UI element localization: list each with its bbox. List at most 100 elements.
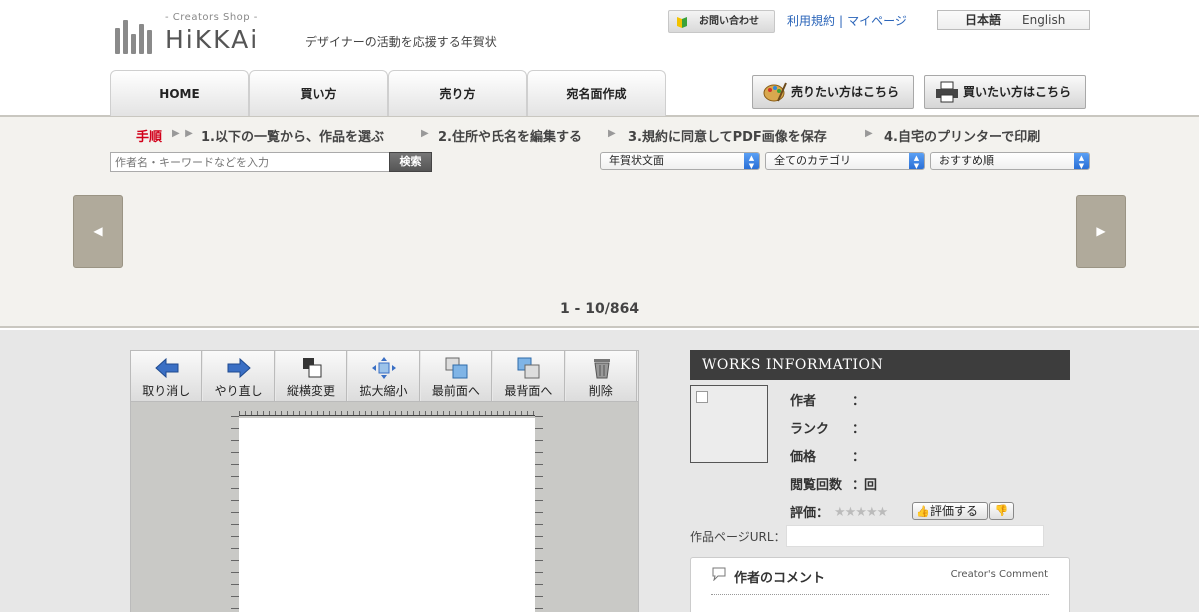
author-colon: ： bbox=[852, 394, 866, 409]
select-caret-icon: ▲ ▼ bbox=[744, 153, 759, 170]
select-caret-icon: ▲ ▼ bbox=[1074, 153, 1089, 170]
site-tagline: デザイナーの活動を応援する年賀状 bbox=[305, 35, 497, 49]
lang-english[interactable]: English bbox=[1022, 11, 1065, 29]
vertical-ruler-right bbox=[535, 416, 543, 612]
nav-tab-home[interactable]: HOME bbox=[110, 70, 249, 116]
steps-band: 手順 ▶ ▶ 1.以下の一覧から、作品を選ぶ ▶ 2.住所や氏名を編集する ▶ … bbox=[0, 117, 1199, 328]
thumbs-up-icon: 👍 bbox=[916, 505, 930, 518]
arrow-left-icon bbox=[155, 357, 179, 379]
author-label: 作者 bbox=[790, 394, 817, 409]
language-switcher: 日本語 English bbox=[937, 10, 1090, 30]
price-label: 価格 bbox=[790, 450, 817, 465]
step-2: 2.住所や氏名を編集する bbox=[438, 130, 582, 145]
buy-label: 買いたい方はこちら bbox=[963, 85, 1072, 99]
views-value: 回 bbox=[864, 478, 878, 493]
arrow-right-icon bbox=[227, 357, 252, 379]
redo-label: やり直し bbox=[214, 384, 263, 398]
delete-button[interactable]: 削除 bbox=[565, 351, 637, 401]
comment-title: 作者のコメント bbox=[734, 571, 826, 586]
search-input[interactable] bbox=[110, 152, 390, 172]
step-3: 3.規約に同意してPDF画像を保存 bbox=[628, 130, 827, 145]
work-thumbnail bbox=[690, 385, 768, 463]
contact-label: お問い合わせ bbox=[699, 16, 759, 27]
broken-image-icon bbox=[696, 391, 708, 403]
top-links: 利用規約 | マイページ bbox=[787, 12, 907, 29]
design-canvas[interactable] bbox=[130, 402, 639, 612]
step-4: 4.自宅のプリンターで印刷 bbox=[884, 130, 1041, 145]
nav-tab-how-to-buy[interactable]: 買い方 bbox=[249, 70, 388, 116]
send-back-button[interactable]: 最背面へ bbox=[493, 351, 565, 401]
step-arrow-icon: ▶ bbox=[421, 128, 430, 139]
horizontal-ruler bbox=[239, 406, 535, 416]
main-nav: HOME 買い方 売り方 宛名面作成 bbox=[110, 70, 666, 116]
steps-label: 手順 bbox=[136, 130, 163, 145]
editor-area: 取り消し やり直し 縦横変更 拡大縮小 最前面へ 最背面へ 削除 WORKS I… bbox=[0, 330, 1199, 612]
editor-toolbar: 取り消し やり直し 縦横変更 拡大縮小 最前面へ 最背面へ 削除 bbox=[130, 350, 639, 402]
steps-arrow-icon: ▶ ▶ bbox=[172, 128, 194, 139]
thumbs-down-button[interactable]: 👎 bbox=[989, 502, 1014, 520]
step-1: 1.以下の一覧から、作品を選ぶ bbox=[201, 130, 384, 145]
bring-front-icon bbox=[445, 357, 468, 379]
result-counter: 1 - 10/864 bbox=[559, 301, 640, 317]
evaluate-label: 評価する bbox=[930, 504, 979, 518]
bring-front-button[interactable]: 最前面へ bbox=[420, 351, 493, 401]
search-button[interactable]: 検索 bbox=[389, 152, 432, 172]
vertical-ruler-left bbox=[231, 416, 239, 612]
works-info-title: WORKS INFORMATION bbox=[690, 350, 1070, 380]
sort-select[interactable]: おすすめ順 ▲ ▼ bbox=[930, 152, 1090, 170]
step-arrow-icon: ▶ bbox=[608, 128, 617, 139]
rank-row: ランク ： bbox=[790, 418, 865, 437]
price-row: 価格 ： bbox=[790, 446, 865, 465]
resize-button[interactable]: 拡大縮小 bbox=[348, 351, 420, 401]
rotate-button[interactable]: 縦横変更 bbox=[275, 351, 348, 401]
delete-label: 削除 bbox=[588, 384, 613, 398]
printer-icon bbox=[936, 81, 958, 103]
rank-colon: ： bbox=[852, 422, 866, 437]
views-label: 閲覧回数 bbox=[790, 478, 843, 493]
header: - Creators Shop - HiKKAi デザイナーの活動を応援する年賀… bbox=[0, 0, 1199, 117]
lang-japanese[interactable]: 日本語 bbox=[965, 11, 1001, 29]
contact-button[interactable]: お問い合わせ bbox=[668, 10, 775, 33]
type-select[interactable]: 年賀状文面 ▲ ▼ bbox=[600, 152, 760, 170]
step-arrow-icon: ▶ bbox=[865, 128, 874, 139]
views-row: 閲覧回数 ： 回 bbox=[790, 474, 877, 493]
comment-box: 作者のコメント Creator's Comment bbox=[690, 557, 1070, 612]
comment-subtitle: Creator's Comment bbox=[950, 569, 1048, 580]
palette-icon bbox=[763, 82, 787, 102]
bring-front-label: 最前面へ bbox=[431, 384, 480, 398]
terms-link[interactable]: 利用規約 bbox=[787, 14, 835, 28]
logo-tagline: - Creators Shop - bbox=[165, 12, 258, 23]
sort-select-value: おすすめ順 bbox=[939, 154, 994, 167]
evaluate-button[interactable]: 👍 評価する bbox=[912, 502, 988, 520]
sell-button[interactable]: 売りたい方はこちら bbox=[752, 75, 914, 109]
comment-divider bbox=[711, 594, 1049, 595]
buy-button[interactable]: 買いたい方はこちら bbox=[924, 75, 1086, 109]
nav-tab-address-side[interactable]: 宛名面作成 bbox=[527, 70, 666, 116]
redo-button[interactable]: やり直し bbox=[203, 351, 275, 401]
type-select-value: 年賀状文面 bbox=[609, 154, 664, 167]
slider-prev-button[interactable]: ◀ bbox=[73, 195, 123, 268]
speech-bubble-icon bbox=[712, 567, 726, 581]
rotate-label: 縦横変更 bbox=[287, 384, 336, 398]
logo[interactable]: - Creators Shop - HiKKAi bbox=[113, 12, 283, 56]
author-row: 作者 ： bbox=[790, 390, 865, 409]
work-url-field[interactable] bbox=[786, 525, 1044, 547]
send-back-label: 最背面へ bbox=[504, 384, 553, 398]
orientation-icon bbox=[302, 358, 322, 378]
logo-name: HiKKAi bbox=[165, 25, 260, 54]
mypage-link[interactable]: マイページ bbox=[847, 14, 907, 28]
rating-label: 評価： bbox=[790, 506, 830, 521]
price-colon: ： bbox=[852, 450, 866, 465]
resize-icon bbox=[372, 357, 397, 379]
category-select[interactable]: 全てのカテゴリ ▲ ▼ bbox=[765, 152, 925, 170]
link-separator: | bbox=[839, 14, 844, 28]
thumbs-down-icon: 👎 bbox=[994, 504, 1009, 517]
category-select-value: 全てのカテゴリ bbox=[774, 154, 851, 167]
nav-tab-how-to-sell[interactable]: 売り方 bbox=[388, 70, 527, 116]
rating-stars-icon: ★★★★★ bbox=[834, 505, 888, 520]
slider-next-button[interactable]: ▶ bbox=[1076, 195, 1126, 268]
send-back-icon bbox=[517, 357, 540, 379]
url-label: 作品ページURL： bbox=[690, 530, 786, 544]
undo-button[interactable]: 取り消し bbox=[131, 351, 203, 401]
postcard-paper[interactable] bbox=[239, 418, 535, 612]
